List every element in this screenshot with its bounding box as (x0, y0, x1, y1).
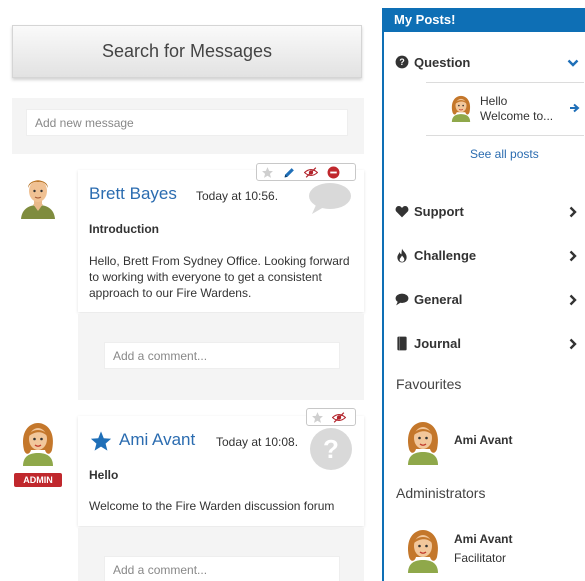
post-card: Brett Bayes Today at 10:56. Introduction… (78, 170, 364, 312)
heart-icon (394, 203, 410, 219)
hide-icon[interactable] (304, 165, 318, 179)
comment-input[interactable]: Add a comment... (104, 556, 340, 581)
post-body: Hello, Brett From Sydney Office. Looking… (89, 254, 350, 300)
category-label: Challenge (414, 247, 477, 263)
admin-badge: ADMIN (14, 473, 62, 487)
question-circle-icon: ? (394, 54, 410, 70)
avatar[interactable] (15, 420, 61, 466)
hide-icon[interactable] (332, 410, 346, 424)
divider (426, 135, 584, 136)
divider (426, 82, 584, 83)
post-card: Ami Avant Today at 10:08. ? Hello Welcom… (78, 416, 364, 526)
comment-icon (394, 291, 410, 307)
post-time: Today at 10:56. (196, 189, 279, 203)
my-posts-sidebar: My Posts! ? Question Hello Welcome to...… (382, 8, 585, 581)
administrator-role: Facilitator (454, 551, 507, 565)
avatar[interactable] (400, 419, 446, 465)
comment-placeholder: Add a comment... (113, 349, 208, 363)
star-icon[interactable] (310, 410, 324, 424)
administrators-title: Administrators (396, 485, 486, 501)
favourites-title: Favourites (396, 376, 462, 392)
question-post-title[interactable]: Hello (480, 94, 507, 109)
chevron-right-icon[interactable] (567, 205, 579, 218)
post-toolbar (306, 408, 356, 426)
forum-page: Search for Messages Add new message Bret… (0, 0, 585, 581)
sidebar-title: My Posts! (384, 8, 585, 32)
comment-input[interactable]: Add a comment... (104, 342, 340, 369)
delete-icon[interactable] (326, 165, 340, 179)
chevron-right-icon[interactable] (567, 293, 579, 306)
star-icon (90, 430, 112, 457)
category-question[interactable]: ? Question (394, 51, 579, 73)
category-general[interactable]: General (394, 288, 579, 310)
new-message-placeholder: Add new message (35, 116, 134, 130)
category-label: Question (414, 54, 471, 70)
comment-panel: Add a comment... (78, 528, 364, 581)
book-icon (394, 335, 410, 351)
chevron-right-icon[interactable] (567, 249, 579, 262)
post-subject: Introduction (89, 222, 159, 236)
arrow-right-icon[interactable] (570, 100, 581, 118)
fire-icon (394, 247, 410, 263)
category-challenge[interactable]: Challenge (394, 244, 579, 266)
question-icon: ? (309, 427, 353, 476)
post-author[interactable]: Ami Avant (119, 430, 195, 450)
chevron-down-icon[interactable] (567, 56, 579, 68)
search-messages-label: Search for Messages (101, 41, 273, 61)
edit-icon[interactable] (282, 165, 296, 179)
speech-bubble-icon (308, 183, 352, 220)
new-message-panel: Add new message (12, 98, 364, 154)
chevron-right-icon[interactable] (567, 337, 579, 350)
comment-panel: Add a comment... (78, 314, 364, 400)
category-journal[interactable]: Journal (394, 332, 579, 354)
category-label: Journal (414, 335, 461, 351)
category-support[interactable]: Support (394, 200, 579, 222)
comment-placeholder: Add a comment... (113, 563, 208, 577)
search-messages-button[interactable]: Search for Messages (12, 25, 362, 78)
avatar[interactable] (400, 527, 446, 573)
post-body: Welcome to the Fire Warden discussion fo… (89, 499, 335, 513)
question-post-preview[interactable]: Welcome to... (480, 109, 553, 124)
see-all-posts-link[interactable]: See all posts (470, 147, 539, 161)
avatar[interactable] (15, 173, 61, 219)
post-time: Today at 10:08. (216, 435, 299, 449)
category-label: General (414, 291, 463, 307)
avatar (448, 94, 474, 122)
post-toolbar (256, 163, 356, 181)
star-icon[interactable] (260, 165, 274, 179)
svg-text:?: ? (323, 434, 339, 464)
administrator-name[interactable]: Ami Avant (454, 532, 512, 546)
svg-text:?: ? (399, 57, 404, 67)
post-author[interactable]: Brett Bayes (89, 184, 177, 204)
new-message-input[interactable]: Add new message (26, 109, 348, 136)
favourite-name[interactable]: Ami Avant (454, 433, 512, 447)
category-label: Support (414, 203, 464, 219)
post-subject: Hello (89, 468, 119, 482)
